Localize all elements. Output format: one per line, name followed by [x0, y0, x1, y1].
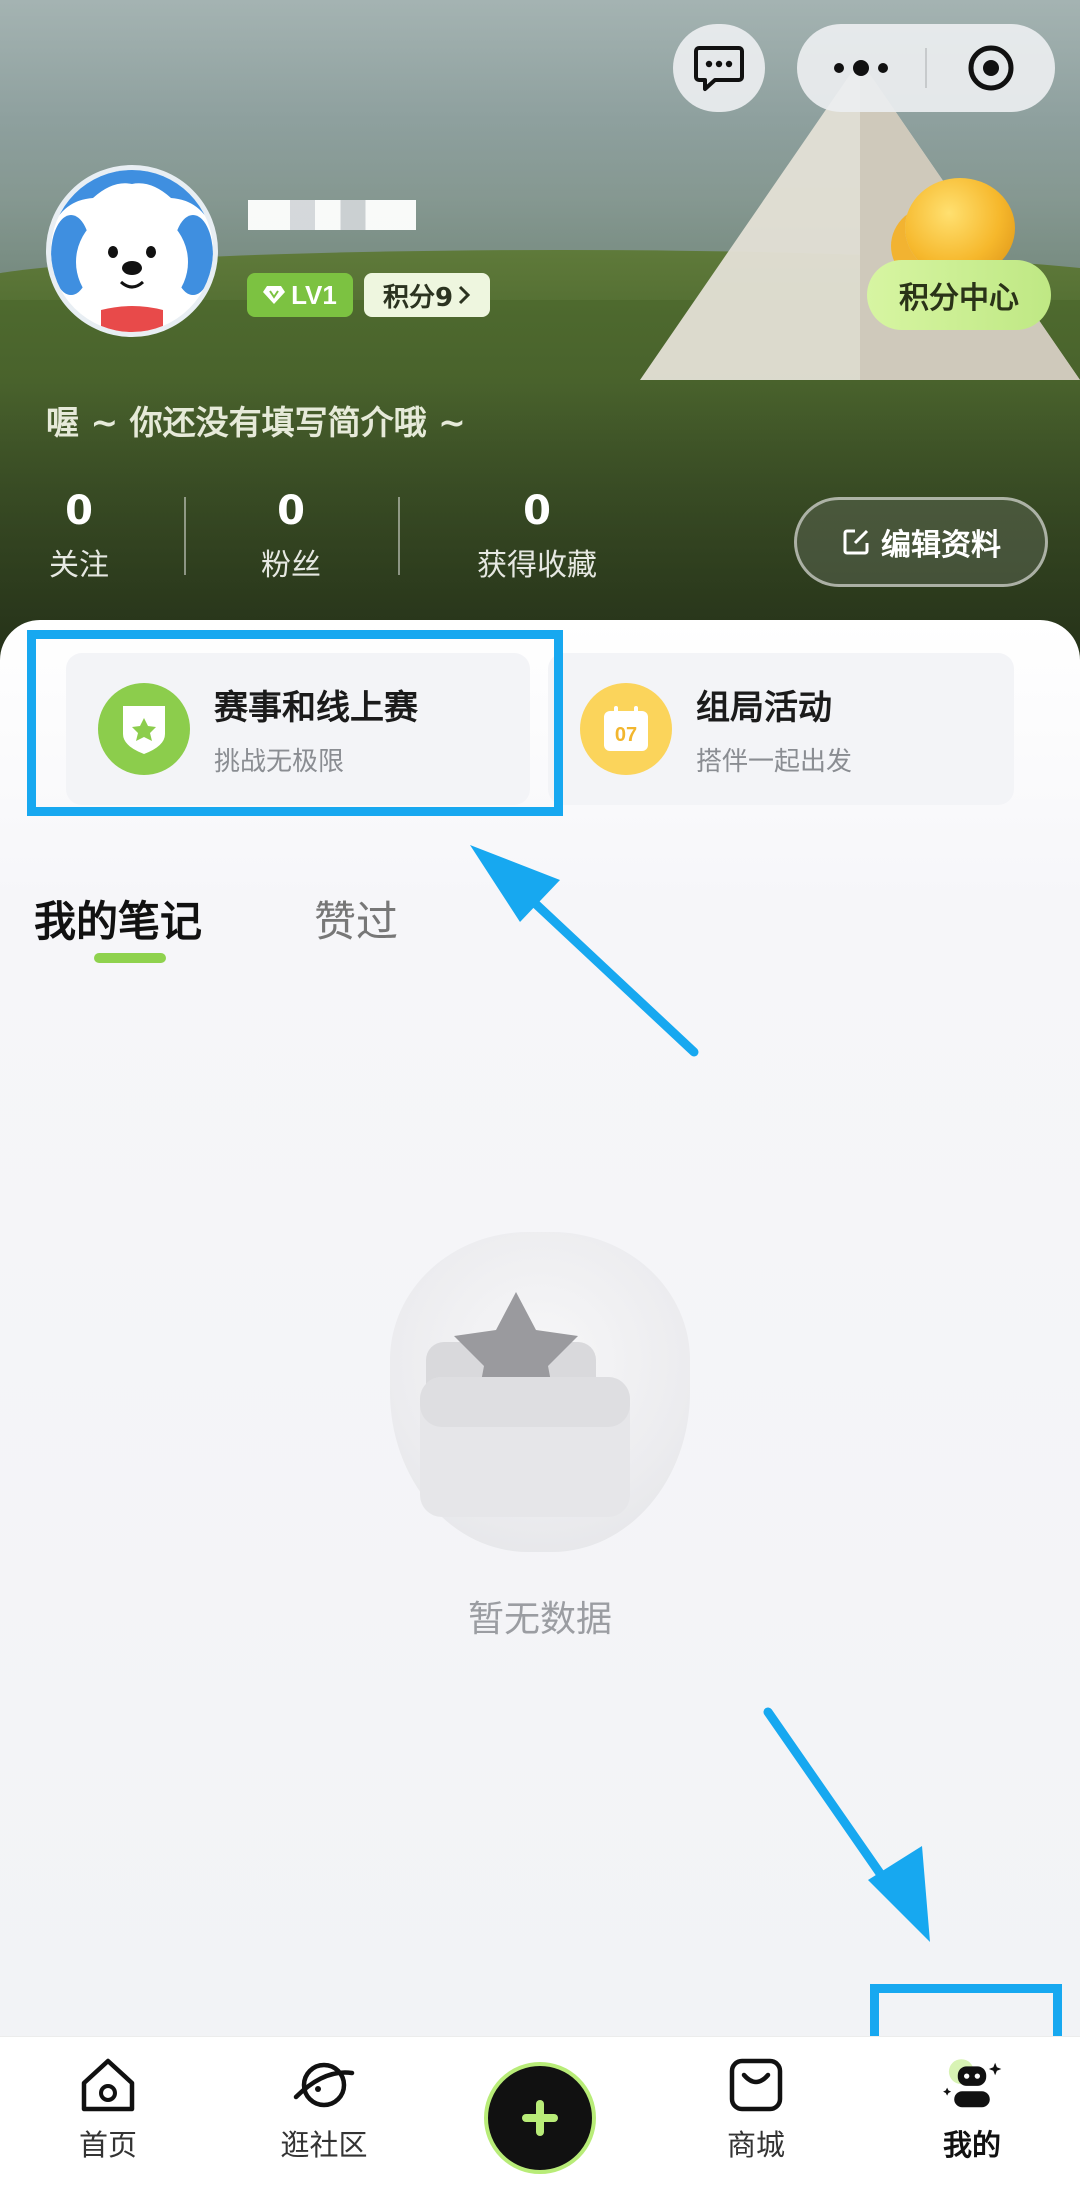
planet-icon [292, 2054, 356, 2116]
nav-community[interactable]: 逛社区 [249, 2054, 399, 2164]
shop-bag-icon [724, 2054, 788, 2116]
nav-me[interactable]: 我的 [897, 2054, 1047, 2164]
nav-home-label: 首页 [78, 2128, 137, 2162]
nav-shop[interactable]: 商城 [681, 2054, 831, 2164]
nav-me-label: 我的 [942, 2128, 1001, 2162]
home-icon [76, 2054, 140, 2116]
nav-community-label: 逛社区 [280, 2128, 368, 2162]
nav-home[interactable]: 首页 [33, 2054, 183, 2164]
create-post-button[interactable] [484, 2062, 596, 2174]
plus-icon [522, 2100, 558, 2136]
profile-robot-icon [940, 2054, 1004, 2116]
annotation-arrows [470, 845, 930, 1942]
arrow-to-events-card [470, 845, 699, 1057]
arrow-to-me-tab [763, 1707, 930, 1942]
nav-shop-label: 商城 [726, 2128, 785, 2162]
